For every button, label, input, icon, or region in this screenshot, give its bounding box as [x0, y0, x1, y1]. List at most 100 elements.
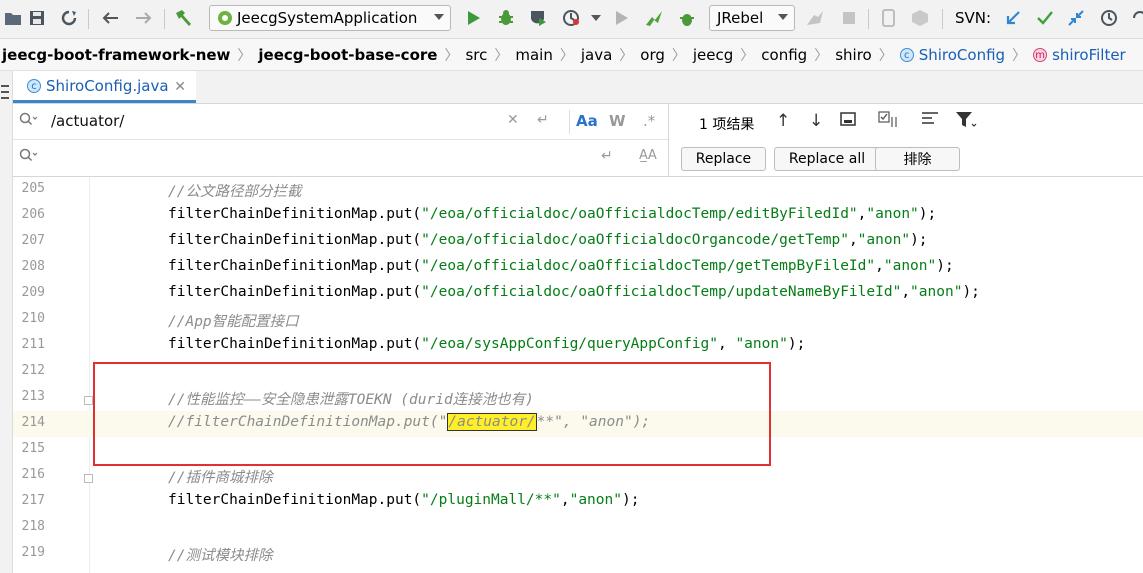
search-icon[interactable]	[19, 112, 38, 130]
method-icon: m	[1033, 47, 1048, 62]
run-configuration-select[interactable]: JeecgSystemApplication	[209, 5, 451, 31]
words-toggle[interactable]: W	[609, 112, 626, 130]
back-icon[interactable]	[99, 7, 121, 29]
profiler-icon[interactable]	[561, 7, 583, 29]
build-hammer-icon[interactable]	[173, 7, 195, 29]
tab-shiroconfig[interactable]: c ShiroConfig.java ✕	[13, 71, 196, 103]
clear-search-icon[interactable]: ✕	[507, 112, 519, 128]
filter-icon[interactable]	[955, 111, 977, 134]
chevron-right-icon: 〉	[559, 47, 574, 64]
forward-icon[interactable]	[133, 7, 155, 29]
code-text: filterChainDefinitionMap.put("/eoa/offic…	[168, 258, 954, 274]
rollback-icon[interactable]	[1128, 7, 1143, 29]
breadcrumb-item[interactable]: jeecg-boot-framework-new	[0, 46, 232, 64]
svn-compare-icon[interactable]	[1065, 7, 1087, 29]
code-line[interactable]: 211 filterChainDefinitionMap.put("/eoa/sy…	[13, 333, 1143, 359]
close-icon[interactable]: ✕	[174, 79, 186, 95]
breadcrumb-item[interactable]: org	[638, 46, 667, 64]
jrebel-run-icon[interactable]	[643, 7, 665, 29]
svn-commit-icon[interactable]	[1034, 7, 1056, 29]
code-line[interactable]: 218	[13, 515, 1143, 541]
breadcrumb-class[interactable]: c ShiroConfig	[898, 46, 1007, 64]
code-comment: //公文路径部分拦截	[168, 184, 302, 200]
code-line[interactable]: 217 filterChainDefinitionMap.put("/plugin…	[13, 489, 1143, 515]
new-line-icon[interactable]: ↵	[537, 112, 549, 128]
breadcrumb-item[interactable]: jeecg	[691, 46, 735, 64]
highlight-annotation-box	[93, 362, 771, 466]
search-input[interactable]: /actuator/	[51, 112, 124, 130]
toolbar-separator	[868, 9, 869, 29]
replace-search-icon[interactable]	[19, 148, 38, 166]
in-selection-icon[interactable]	[878, 111, 900, 134]
exclude-button[interactable]: 排除	[875, 147, 960, 171]
line-number: 216	[21, 467, 45, 482]
filter-options-icon[interactable]	[921, 111, 939, 132]
breadcrumb-item[interactable]: main	[513, 46, 554, 64]
history-clock-icon[interactable]	[1098, 7, 1120, 29]
code-line[interactable]: 205 //公文路径部分拦截	[13, 177, 1143, 203]
line-number: 217	[21, 493, 45, 508]
line-number: 213	[21, 389, 45, 404]
regex-toggle[interactable]: .*	[643, 112, 655, 130]
breadcrumb: jeecg-boot-framework-new 〉 jeecg-boot-ba…	[0, 39, 1143, 71]
jrebel-debug-icon[interactable]	[676, 7, 698, 29]
breadcrumb-item[interactable]: jeecg-boot-base-core	[256, 46, 439, 64]
next-occurrence-icon[interactable]: ↓	[809, 111, 823, 131]
preserve-case-toggle[interactable]: A̲A	[639, 148, 657, 163]
code-line[interactable]: 208 filterChainDefinitionMap.put("/eoa/of…	[13, 255, 1143, 281]
breadcrumb-item[interactable]: src	[463, 46, 489, 64]
project-tool-strip	[0, 71, 13, 573]
open-folder-icon[interactable]	[2, 7, 24, 29]
code-token: );	[936, 258, 954, 274]
run-icon[interactable]	[463, 7, 485, 29]
jrebel-select[interactable]: JRebel	[709, 5, 795, 31]
debug-bug-icon[interactable]	[495, 7, 517, 29]
fold-toggle-icon[interactable]	[84, 474, 93, 483]
code-string: "/eoa/officialdoc/oaOfficialdocTemp/getT…	[421, 258, 876, 274]
code-line[interactable]: 210 //App智能配置接口	[13, 307, 1143, 333]
search-row: /actuator/ ✕ ↵ Aa W .*	[13, 104, 668, 140]
fold-toggle-icon[interactable]	[84, 396, 93, 405]
code-token: ,	[717, 336, 736, 352]
code-token: );	[962, 284, 980, 300]
breadcrumb-method[interactable]: m shiroFilter	[1031, 46, 1128, 64]
chevron-down-icon	[778, 14, 788, 20]
code-text: filterChainDefinitionMap.put("/eoa/sysAp…	[168, 336, 805, 352]
code-line[interactable]: 216 //插件商城排除	[13, 463, 1143, 489]
code-token: filterChainDefinitionMap.put(	[168, 284, 422, 300]
chevron-down-icon[interactable]	[585, 7, 607, 29]
project-tool-icon[interactable]	[0, 83, 10, 111]
code-line[interactable]: 206 filterChainDefinitionMap.put("/eoa/of…	[13, 203, 1143, 229]
jrebel-label: JRebel	[717, 9, 764, 27]
chevron-right-icon: 〉	[814, 47, 829, 64]
code-line[interactable]: 207 filterChainDefinitionMap.put("/eoa/of…	[13, 229, 1143, 255]
code-line[interactable]: 209 filterChainDefinitionMap.put("/eoa/of…	[13, 281, 1143, 307]
coverage-shield-icon[interactable]	[527, 7, 549, 29]
code-token: );	[621, 492, 640, 508]
svn-update-icon[interactable]	[1002, 7, 1024, 29]
match-case-toggle[interactable]: Aa	[576, 112, 598, 130]
previous-occurrence-icon[interactable]: ↑	[776, 111, 790, 131]
code-line[interactable]: 219 //测试模块排除	[13, 541, 1143, 567]
code-token: filterChainDefinitionMap.put(	[168, 232, 422, 248]
replace-button[interactable]: Replace	[681, 147, 766, 171]
replace-all-button[interactable]: Replace all	[774, 147, 880, 171]
breadcrumb-item[interactable]: java	[579, 46, 614, 64]
breadcrumb-item[interactable]: config	[759, 46, 809, 64]
breadcrumb-item[interactable]: shiro	[833, 46, 874, 64]
code-string: "/pluginMall/**"	[421, 492, 561, 508]
save-icon[interactable]	[26, 7, 48, 29]
code-token: );	[910, 232, 928, 248]
code-text: //公文路径部分拦截	[168, 180, 301, 201]
code-string: "/eoa/officialdoc/oaOfficialdocTemp/edit…	[421, 206, 858, 222]
new-line-icon[interactable]: ↵	[601, 148, 613, 164]
code-token: );	[918, 206, 937, 222]
code-token: filterChainDefinitionMap.put(	[168, 206, 422, 222]
code-text: filterChainDefinitionMap.put("/pluginMal…	[168, 492, 639, 508]
code-string: "/eoa/officialdoc/oaOfficialdocOrgancode…	[421, 232, 849, 248]
code-token: filterChainDefinitionMap.put(	[168, 336, 422, 352]
select-all-occurrences-icon[interactable]	[840, 111, 856, 132]
code-string: "anon"	[883, 258, 937, 274]
sync-icon[interactable]	[58, 7, 80, 29]
run-configuration-label: JeecgSystemApplication	[237, 9, 418, 27]
